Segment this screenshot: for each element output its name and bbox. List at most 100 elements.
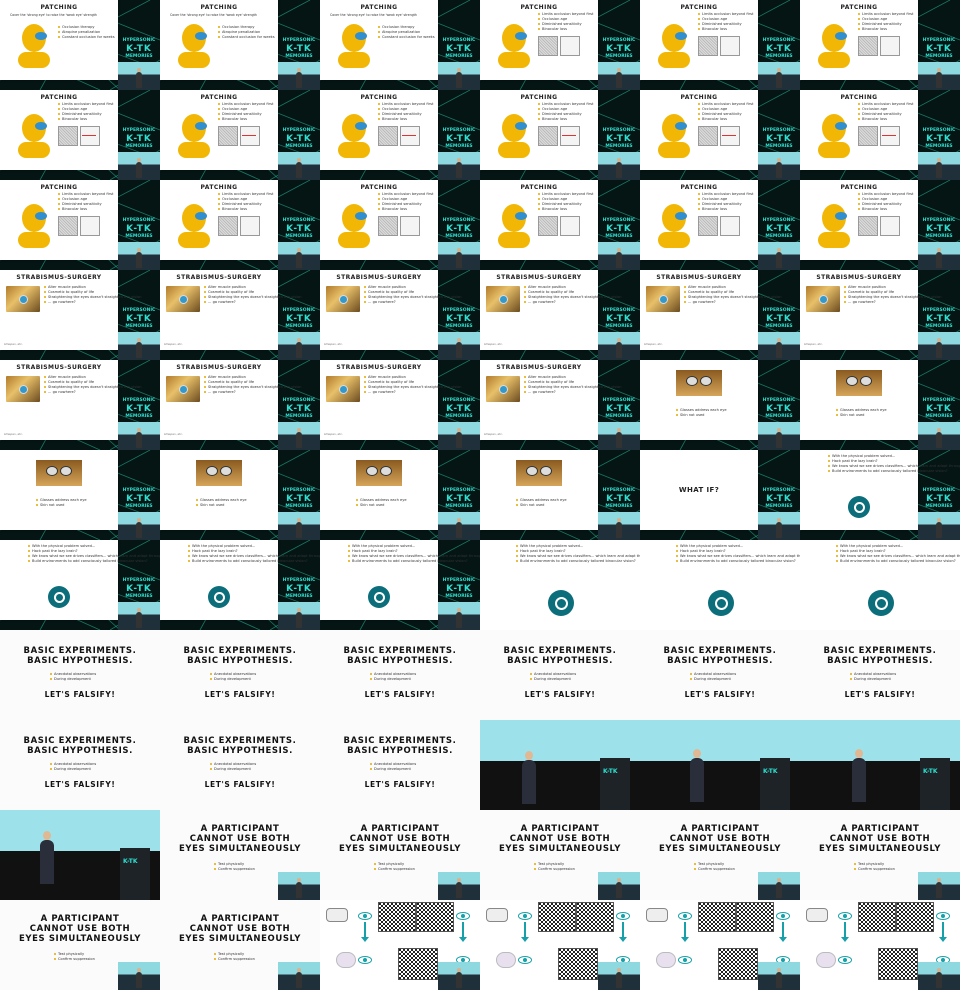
thumbnail-tile[interactable] [480,900,640,990]
thumbnail-tile[interactable]: HYPERSONIC K-TK MEMORIES With the physical … [160,540,320,630]
thumbnail-tile[interactable]: HYPERSONIC K-TK MEMORIES PATCHING Limits occ… [640,0,800,90]
thumbnail-tile[interactable]: With the physical problem solved... Hack … [480,540,640,630]
thumbnail-tile[interactable]: HYPERSONIC K-TK MEMORIES PATCHING Limits occ… [320,180,480,270]
bullet-dot [370,673,372,675]
logo-line2: K-TK [446,494,472,504]
slide-title: PATCHING [360,94,398,101]
physical-bullet-text: With the physical problem solved... [832,454,896,458]
logo-line3: MEMORIES [765,54,793,59]
conference-logo: HYPERSONIC K-TK MEMORIES [920,128,958,150]
thumbnail-tile[interactable]: HYPERSONIC K-TK MEMORIES STRABISMUS-SURGERY… [160,270,320,360]
stage-photo: K-TK [640,720,800,810]
thumbnail-tile[interactable]: HYPERSONIC K-TK MEMORIES STRABISMUS-SURGERY… [320,270,480,360]
thumbnail-tile[interactable] [800,900,960,990]
thumbnail-tile[interactable]: HYPERSONIC K-TK MEMORIES WHAT IF? [640,450,800,540]
slide-footer: LET'S FALSIFY! [684,690,756,699]
bullet-dot [524,301,526,303]
thumbnail-tile[interactable]: A PARTICIPANT CANNOT USE BOTH EYES SIMULTA… [160,900,320,990]
slide-title: PATCHING [360,4,398,11]
thumbnail-tile[interactable] [640,900,800,990]
patching-bullet-text: Atropine penalization [382,30,421,34]
thumbnail-tile[interactable]: A PARTICIPANT CANNOT USE BOTH EYES SIMULTA… [0,900,160,990]
thumbnail-tile[interactable]: BASIC EXPERIMENTS. BASIC HYPOTHESIS. Anecd… [0,630,160,720]
thumbnail-tile[interactable]: HYPERSONIC K-TK MEMORIES STRABISMUS-SURGERY… [320,360,480,450]
bullet-dot [364,381,366,383]
logo-line3: MEMORIES [285,324,313,329]
thumbnail-tile[interactable]: BASIC EXPERIMENTS. BASIC HYPOTHESIS. Anecd… [320,630,480,720]
logo-line3: MEMORIES [605,414,633,419]
thumbnail-tile[interactable]: HYPERSONIC K-TK MEMORIES STRABISMUS-SURGERY… [800,270,960,360]
thumbnail-tile[interactable]: HYPERSONIC K-TK MEMORIES STRABISMUS-SURGERY… [0,360,160,450]
thumbnail-tile[interactable]: HYPERSONIC K-TK MEMORIES PATCHING Cover the … [0,0,160,90]
strabismus-bullet: ... go nowhere? [44,390,76,395]
thumbnail-tile[interactable]: A PARTICIPANT CANNOT USE BOTH EYES SIMULTA… [480,810,640,900]
thumbnail-tile[interactable]: HYPERSONIC K-TK MEMORIES PATCHING Limits occ… [480,0,640,90]
thumbnail-tile[interactable]: HYPERSONIC K-TK MEMORIES PATCHING Limits occ… [160,180,320,270]
thumbnail-tile[interactable]: HYPERSONIC K-TK MEMORIES PATCHING Cover the … [320,0,480,90]
bullet-dot [364,391,366,393]
thumbnail-tile[interactable]: HYPERSONIC K-TK MEMORIES Glasses address ea… [640,360,800,450]
thumbnail-tile[interactable]: HYPERSONIC K-TK MEMORIES PATCHING Limits occ… [800,0,960,90]
bullet-dot [676,414,678,416]
patching-bullet-text: Binocular loss [862,117,887,121]
vr-headset-icon [646,908,668,922]
eye-icon [358,912,372,920]
thumbnail-tile[interactable]: A PARTICIPANT CANNOT USE BOTH EYES SIMULTA… [640,810,800,900]
thumbnail-tile[interactable]: HYPERSONIC K-TK MEMORIES Glasses address ea… [0,450,160,540]
head-silhouette-icon [498,24,530,68]
thumbnail-tile[interactable]: HYPERSONIC K-TK MEMORIES Glasses address ea… [160,450,320,540]
patching-bullet-text: Occlusion age [862,107,888,111]
thumbnail-tile[interactable]: A PARTICIPANT CANNOT USE BOTH EYES SIMULTA… [320,810,480,900]
bullet-dot [858,118,860,120]
thumbnail-tile[interactable]: HYPERSONIC K-TK MEMORIES PATCHING Limits occ… [0,180,160,270]
thumbnail-tile[interactable]: HYPERSONIC K-TK MEMORIES Glasses address ea… [480,450,640,540]
thumbnail-tile[interactable]: HYPERSONIC K-TK MEMORIES Glasses address ea… [800,360,960,450]
grid-panel [880,36,900,56]
thumbnail-tile[interactable]: HYPERSONIC K-TK MEMORIES STRABISMUS-SURGERY… [160,360,320,450]
thumbnail-tile[interactable]: A PARTICIPANT CANNOT USE BOTH EYES SIMULTA… [160,810,320,900]
thumbnail-tile[interactable]: HYPERSONIC K-TK MEMORIES PATCHING Limits occ… [800,90,960,180]
thumbnail-tile[interactable]: With the physical problem solved... Hack … [800,540,960,630]
thumbnail-tile[interactable]: HYPERSONIC K-TK MEMORIES With the physical … [800,450,960,540]
thumbnail-tile[interactable]: BASIC EXPERIMENTS. BASIC HYPOTHESIS. Anecd… [160,720,320,810]
logo-line3: MEMORIES [445,324,473,329]
thumbnail-tile[interactable]: HYPERSONIC K-TK MEMORIES With the physical … [320,540,480,630]
thumbnail-tile[interactable]: HYPERSONIC K-TK MEMORIES STRABISMUS-SURGERY… [0,270,160,360]
thumbnail-tile[interactable]: HYPERSONIC K-TK MEMORIES PATCHING Limits occ… [480,90,640,180]
thumbnail-tile[interactable]: HYPERSONIC K-TK MEMORIES STRABISMUS-SURGERY… [640,270,800,360]
thumbnail-tile[interactable]: HYPERSONIC K-TK MEMORIES With the physical … [0,540,160,630]
thumbnail-tile[interactable]: A PARTICIPANT CANNOT USE BOTH EYES SIMULTA… [800,810,960,900]
thumbnail-tile[interactable]: K-TK [0,810,160,900]
physical-bullet-text: Hack past the lazy brain? [520,549,566,553]
thumbnail-tile[interactable]: HYPERSONIC K-TK MEMORIES PATCHING Cover the … [160,0,320,90]
thumbnail-tile[interactable]: HYPERSONIC K-TK MEMORIES PATCHING Limits occ… [640,90,800,180]
thumbnail-tile[interactable]: BASIC EXPERIMENTS. BASIC HYPOTHESIS. Anecd… [480,630,640,720]
thumbnail-tile[interactable]: BASIC EXPERIMENTS. BASIC HYPOTHESIS. Anecd… [640,630,800,720]
bullet-dot [844,291,846,293]
thumbnail-tile[interactable]: BASIC EXPERIMENTS. BASIC HYPOTHESIS. Anecd… [320,720,480,810]
thumbnail-tile[interactable]: HYPERSONIC K-TK MEMORIES PATCHING Limits occ… [320,90,480,180]
thumbnail-tile[interactable] [320,900,480,990]
thumbnail-tile[interactable]: HYPERSONIC K-TK MEMORIES PATCHING Limits occ… [480,180,640,270]
thumbnail-tile[interactable]: K-TK [640,720,800,810]
thumbnail-tile[interactable]: HYPERSONIC K-TK MEMORIES STRABISMUS-SURGERY… [480,270,640,360]
thumbnail-tile[interactable]: BASIC EXPERIMENTS. BASIC HYPOTHESIS. Anecd… [0,720,160,810]
thumbnail-tile[interactable]: With the physical problem solved... Hack … [640,540,800,630]
thumbnail-tile[interactable]: BASIC EXPERIMENTS. BASIC HYPOTHESIS. Anecd… [160,630,320,720]
bullet-dot [58,198,60,200]
thumbnail-tile[interactable]: HYPERSONIC K-TK MEMORIES STRABISMUS-SURGERY… [480,360,640,450]
thumbnail-tile[interactable]: HYPERSONIC K-TK MEMORIES PATCHING Limits occ… [0,90,160,180]
bullet-dot [676,545,678,547]
thumbnail-tile[interactable]: BASIC EXPERIMENTS. BASIC HYPOTHESIS. Anecd… [800,630,960,720]
slide-strabismus: STRABISMUS-SURGERY Alter muscle position C… [800,270,942,350]
slide-patching: PATCHING Limits occlusion beyond first Occ… [640,90,758,170]
thumbnail-tile[interactable]: K-TK [480,720,640,810]
thumbnail-tile[interactable]: HYPERSONIC K-TK MEMORIES PATCHING Limits occ… [800,180,960,270]
participant-bullet-text: Test physically [218,862,245,866]
slide-title: STRABISMUS-SURGERY [656,274,742,281]
thumbnail-tile[interactable]: HYPERSONIC K-TK MEMORIES Glasses address ea… [320,450,480,540]
thumbnail-tile[interactable]: HYPERSONIC K-TK MEMORIES PATCHING Limits occ… [640,180,800,270]
thumbnail-tile[interactable]: HYPERSONIC K-TK MEMORIES PATCHING Limits occ… [160,90,320,180]
thumbnail-tile[interactable]: K-TK [800,720,960,810]
head-silhouette-icon [658,114,690,158]
